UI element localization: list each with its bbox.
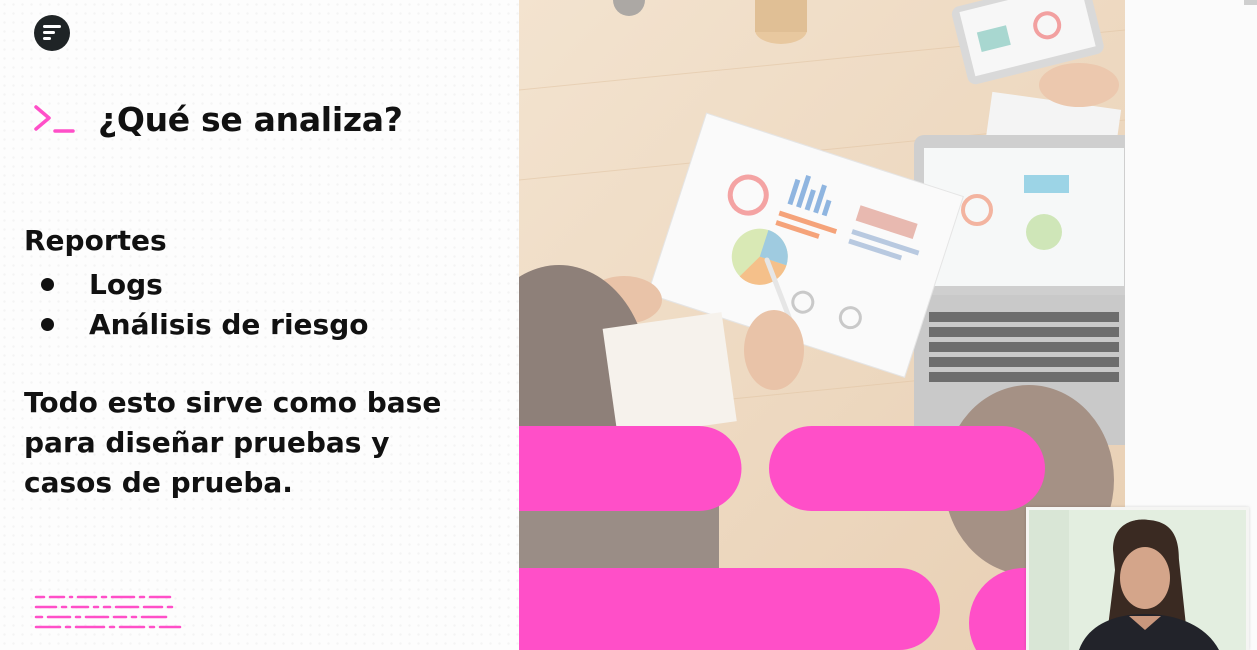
bullet-list: Logs Análisis de riesgo (24, 264, 369, 344)
terminal-prompt-icon (34, 105, 75, 133)
summary-text: Todo esto sirve como base para diseñar p… (24, 386, 442, 499)
bullet-dot-icon (41, 277, 54, 291)
decorative-dashes (34, 595, 182, 629)
slide-title: ¿Qué se analiza? (98, 100, 403, 139)
webcam-video[interactable] (1026, 507, 1249, 650)
bullet-text: Logs (89, 267, 163, 301)
list-item: Análisis de riesgo (24, 304, 369, 344)
platform-logo-icon (34, 15, 70, 51)
presenter-avatar (1029, 510, 1246, 650)
bullet-text: Análisis de riesgo (89, 307, 369, 341)
bullet-dot-icon (41, 317, 54, 331)
slide-text-panel: ¿Qué se analiza? Reportes Logs Análisis … (0, 0, 519, 650)
window-edge (1244, 0, 1257, 5)
section-label: Reportes (24, 224, 167, 257)
list-item: Logs (24, 264, 369, 304)
